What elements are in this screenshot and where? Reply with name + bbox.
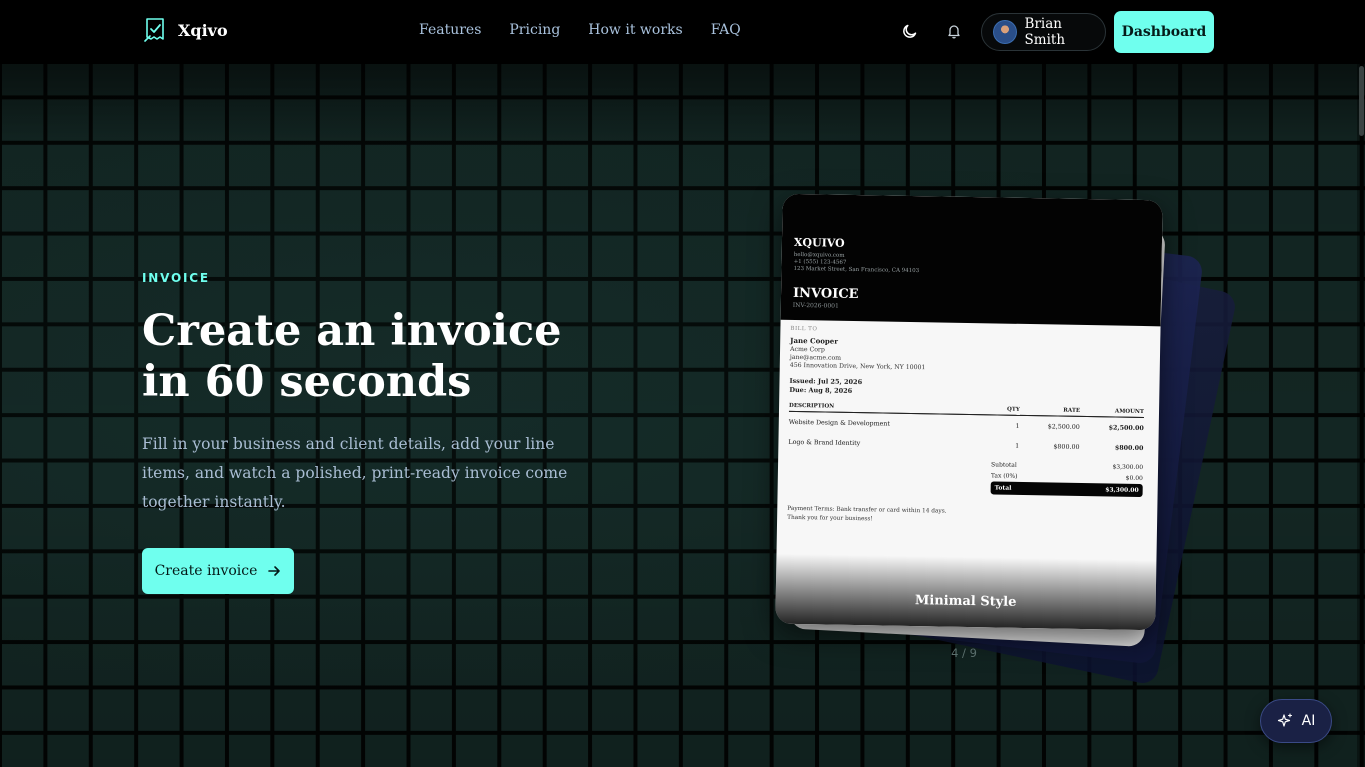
tax-label: Tax (0%) — [990, 472, 1018, 480]
hero-eyebrow: INVOICE — [142, 271, 210, 285]
create-invoice-label: Create invoice — [154, 563, 258, 579]
item-amount: $2,500.00 — [1108, 424, 1144, 433]
subtotal-label: Subtotal — [991, 461, 1017, 469]
scrollbar-thumb[interactable] — [1359, 66, 1364, 136]
nav-features[interactable]: Features — [419, 22, 481, 38]
dashboard-button[interactable]: Dashboard — [1114, 11, 1214, 53]
invoice-preview-card[interactable]: XQUIVO hello@xquivo.com +1 (555) 123-456… — [775, 193, 1163, 631]
arrow-right-icon — [268, 566, 281, 576]
invoice-doc-title: INVOICE — [792, 285, 859, 303]
avatar — [993, 20, 1017, 44]
hero-title-line-2: in 60 seconds — [142, 357, 472, 407]
site-header: Xqivo Features Pricing How it works FAQ … — [0, 0, 1365, 64]
item-qty: 1 — [1015, 422, 1020, 430]
scrollbar-track[interactable] — [1357, 64, 1365, 767]
item-rate: $2,500.00 — [1047, 423, 1080, 431]
invoice-terms: Payment Terms: Bank transfer or card wit… — [787, 505, 1147, 529]
template-pager: 4 / 9 — [951, 646, 977, 660]
hero-title: Create an invoice in 60 seconds — [142, 306, 602, 408]
notifications-button[interactable] — [943, 20, 965, 42]
user-menu[interactable]: Brian Smith — [981, 13, 1106, 51]
ai-assistant-label: AI — [1301, 713, 1316, 729]
item-description: Logo & Brand Identity — [788, 438, 861, 448]
invoice-totals: Subtotal $3,300.00 Tax (0%) $0.00 Total … — [990, 459, 1144, 498]
brand[interactable]: Xqivo — [144, 18, 228, 42]
sparkle-icon — [1277, 713, 1292, 727]
invoice-body: BILL TO Jane Cooper Acme Corp jane@acme.… — [787, 326, 1150, 529]
item-qty: 1 — [1015, 442, 1020, 450]
tax-value: $0.00 — [1125, 474, 1143, 483]
nav-faq[interactable]: FAQ — [711, 22, 741, 38]
create-invoice-button[interactable]: Create invoice — [142, 548, 294, 594]
nav-pricing[interactable]: Pricing — [509, 22, 560, 38]
bell-icon — [948, 25, 960, 39]
subtotal-value: $3,300.00 — [1112, 463, 1144, 472]
item-amount: $800.00 — [1114, 444, 1144, 453]
invoice-doc-number: INV-2026-0001 — [792, 301, 839, 310]
line-items-table: DESCRIPTION QTY RATE AMOUNT Website Desi… — [788, 402, 1145, 458]
ai-assistant-button[interactable]: AI — [1260, 699, 1332, 743]
hero-title-line-1: Create an invoice — [142, 306, 562, 356]
invoice-dates: Issued: Jul 25, 2026 Due: Aug 8, 2026 — [789, 377, 1149, 401]
total-row: Total $3,300.00 — [990, 481, 1143, 498]
main-nav: Features Pricing How it works FAQ — [419, 22, 741, 38]
invoice-company: XQUIVO — [793, 235, 845, 250]
nav-how-it-works[interactable]: How it works — [588, 22, 682, 38]
total-value: $3,300.00 — [1105, 486, 1139, 494]
moon-icon — [903, 24, 917, 38]
item-rate: $800.00 — [1053, 443, 1080, 451]
theme-toggle-button[interactable] — [899, 20, 921, 42]
hero-description: Fill in your business and client details… — [142, 435, 568, 511]
invoice-company-details: hello@xquivo.com +1 (555) 123-4567 123 M… — [793, 252, 919, 275]
brand-name: Xqivo — [178, 20, 228, 40]
receipt-logo-icon — [144, 18, 164, 42]
total-label: Total — [994, 484, 1012, 492]
user-name: Brian Smith — [1024, 16, 1066, 48]
